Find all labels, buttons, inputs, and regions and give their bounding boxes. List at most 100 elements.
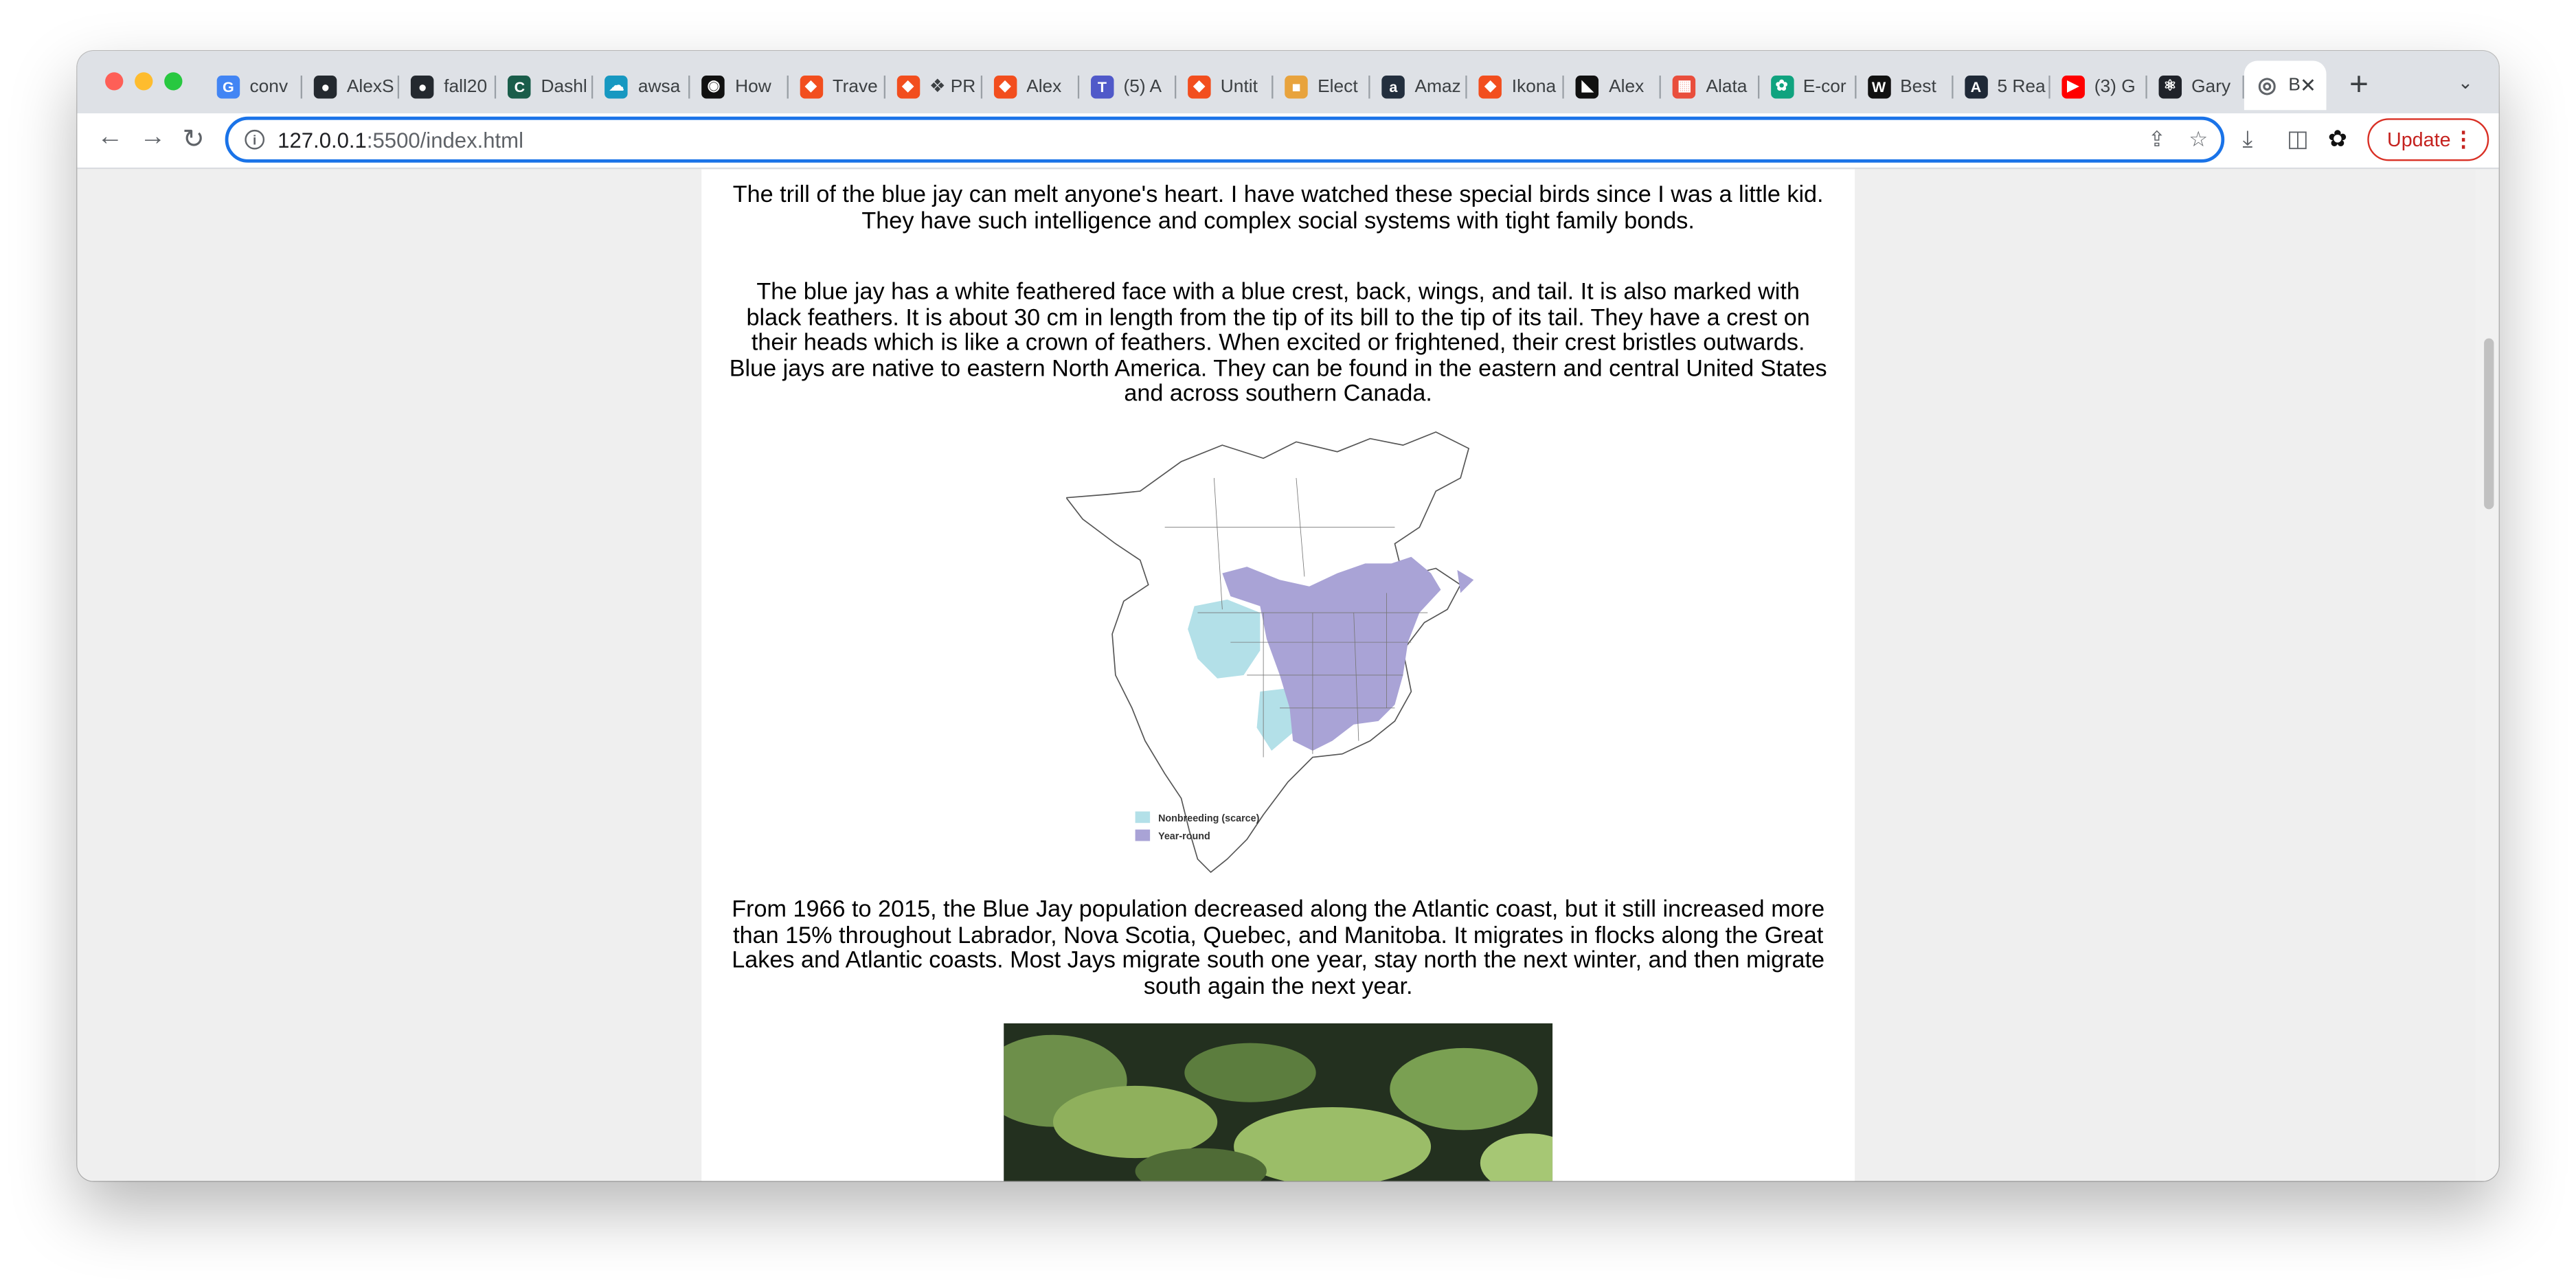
tab-label: Untit <box>1220 76 1258 96</box>
tab-label: ❖ PR <box>929 77 976 98</box>
tab-label: awsa <box>637 76 681 96</box>
tab-label: Ikona <box>1511 76 1557 96</box>
bookmark-star-icon[interactable]: ☆ <box>2189 126 2208 152</box>
browser-window: Gconv ● AlexS ● fall20 C Dashl ☁ awsa ◉ How ◆ Trave ◆… <box>77 51 2499 1181</box>
tab-search-chevron-icon[interactable]: ⌄ <box>2458 72 2473 94</box>
browser-tab[interactable]: ✿ E-cor <box>1759 64 1856 109</box>
salesforce-cloud-icon: ☁ <box>605 74 629 98</box>
chatgpt-icon: ✿ <box>1770 74 1794 98</box>
minimize-window-button[interactable] <box>135 72 153 91</box>
browser-tab[interactable]: Gconv <box>205 64 303 109</box>
browser-tab[interactable]: ◆ Ikona <box>1467 64 1565 109</box>
figma-icon: ◆ <box>993 74 1017 98</box>
github-icon: ● <box>314 74 337 98</box>
url-path: :5500/index.html <box>366 127 524 152</box>
browser-tab[interactable]: W Best <box>1856 64 1953 109</box>
browser-tab[interactable]: ▦ Alata <box>1662 64 1759 109</box>
browser-tab[interactable]: ◆ Alex <box>982 64 1079 109</box>
reload-icon[interactable]: ↻ <box>182 123 204 156</box>
browser-tab[interactable]: ● AlexS <box>302 64 400 109</box>
tab-label: AlexS <box>346 76 394 96</box>
zoom-window-button[interactable] <box>164 72 183 91</box>
scrollbar-thumb[interactable] <box>2484 338 2494 510</box>
webflow-w-icon: W <box>1867 74 1890 98</box>
browser-tab[interactable]: ▶ (3) G <box>2050 64 2147 109</box>
legend-swatch-nonbreeding <box>1135 811 1151 824</box>
browser-tab[interactable]: ◉ How <box>691 64 788 109</box>
paragraph-intro: The trill of the blue jay can melt anyon… <box>732 182 1824 235</box>
google-icon: G <box>216 74 240 98</box>
figma-icon: ◆ <box>1478 74 1502 98</box>
browser-tab[interactable]: ◣ Alex <box>1565 64 1662 109</box>
url-host: 127.0.0.1 <box>278 127 367 152</box>
tab-label: Alata <box>1706 76 1748 96</box>
side-panel-icon[interactable]: ◫ <box>2287 125 2309 153</box>
kebab-menu-icon[interactable]: ⋮ <box>2453 126 2474 152</box>
browser-tab[interactable]: ◆ Untit <box>1176 64 1274 109</box>
tab-label: Alex <box>1609 76 1645 96</box>
update-button[interactable]: Update ⋮ <box>2367 118 2489 161</box>
browser-tab[interactable]: A 5 Rea <box>1953 64 2050 109</box>
browser-tab[interactable]: a Amaz <box>1370 64 1468 109</box>
a-logo-icon: A <box>1964 74 1988 98</box>
figma-icon: ◆ <box>799 74 823 98</box>
tab-label: (5) A <box>1123 76 1162 96</box>
tab-label: Best <box>1900 76 1936 96</box>
browser-tab[interactable]: ◆ ❖ PR <box>885 64 982 109</box>
browser-tab[interactable]: ■ Elect <box>1274 64 1370 109</box>
figma-icon: ◆ <box>1187 74 1211 98</box>
browser-tab[interactable]: ☁ awsa <box>594 64 691 109</box>
blue-jay-photo <box>1004 1023 1553 1181</box>
globe-icon: ◎ <box>2257 72 2276 98</box>
codecademy-icon: C <box>508 74 532 98</box>
circle-logo-icon: ◉ <box>702 74 725 98</box>
browser-tab[interactable]: ⚛ Gary <box>2147 64 2244 109</box>
tab-label: Amaz <box>1414 76 1461 96</box>
download-icon[interactable]: ⤓ <box>2243 125 2253 153</box>
tab-strip: Gconv ● AlexS ● fall20 C Dashl ☁ awsa ◉ How ◆ Trave ◆… <box>77 51 2499 114</box>
github-icon: ● <box>411 74 434 98</box>
tab-label: E-cor <box>1803 76 1846 96</box>
browser-tab-active[interactable]: ◎ B ✕ <box>2244 60 2327 111</box>
address-bar[interactable]: i 127.0.0.1:5500/index.html ⇪ ☆ <box>225 116 2225 163</box>
tab-label: (3) G <box>2094 76 2136 96</box>
browser-tab[interactable]: ● fall20 <box>400 64 497 109</box>
paragraph-population: From 1966 to 2015, the Blue Jay populati… <box>732 896 1825 1000</box>
tab-label: fall20 <box>444 76 488 96</box>
extension-dragon-icon[interactable]: ✿ <box>2328 125 2347 153</box>
tab-label: conv <box>249 76 289 96</box>
tab-label: How <box>735 76 771 96</box>
range-map: Nonbreeding (scarce) Year-round <box>1066 431 1474 874</box>
tab-label: Dashl <box>541 76 587 96</box>
grid-logo-icon: ▦ <box>1673 74 1697 98</box>
browser-tab[interactable]: ◆ Trave <box>788 64 885 109</box>
browser-tab[interactable]: C Dashl <box>497 64 594 109</box>
new-tab-button[interactable]: + <box>2349 67 2369 105</box>
article: The trill of the blue jay can melt anyon… <box>701 169 1855 1181</box>
paragraph-description: The blue jay has a white feathered face … <box>729 279 1827 409</box>
close-window-button[interactable] <box>105 72 124 91</box>
teams-icon: T <box>1090 74 1114 98</box>
tab-label: Elect <box>1318 76 1358 96</box>
page-viewport: The trill of the blue jay can melt anyon… <box>77 169 2499 1181</box>
youtube-icon: ▶ <box>2061 74 2085 98</box>
react-icon: ⚛ <box>2158 74 2182 98</box>
vertical-scrollbar[interactable] <box>2476 169 2499 1181</box>
share-icon[interactable]: ⇪ <box>2148 126 2166 152</box>
browser-tab[interactable]: T (5) A <box>1079 64 1177 109</box>
amazon-icon: a <box>1381 74 1405 98</box>
tab-label: Gary <box>2191 76 2231 96</box>
legend-label-year-round: Year-round <box>1158 831 1210 842</box>
back-arrow-icon[interactable]: ← <box>97 123 123 152</box>
framer-icon: ◣ <box>1576 74 1599 98</box>
site-info-icon[interactable]: i <box>245 129 265 150</box>
toolbar: ← → ↻ i 127.0.0.1:5500/index.html ⇪ ☆ ⤓ … <box>77 113 2499 170</box>
forward-arrow-icon[interactable]: → <box>139 123 166 152</box>
shopping-bag-icon: ■ <box>1285 74 1308 98</box>
close-tab-icon[interactable]: ✕ <box>2300 74 2316 97</box>
legend-swatch-year-round <box>1135 829 1151 841</box>
tab-label: Trave <box>832 76 878 96</box>
tab-label: 5 Rea <box>1997 76 2046 96</box>
update-label: Update <box>2386 128 2451 152</box>
tab-label: Alex <box>1026 76 1062 96</box>
